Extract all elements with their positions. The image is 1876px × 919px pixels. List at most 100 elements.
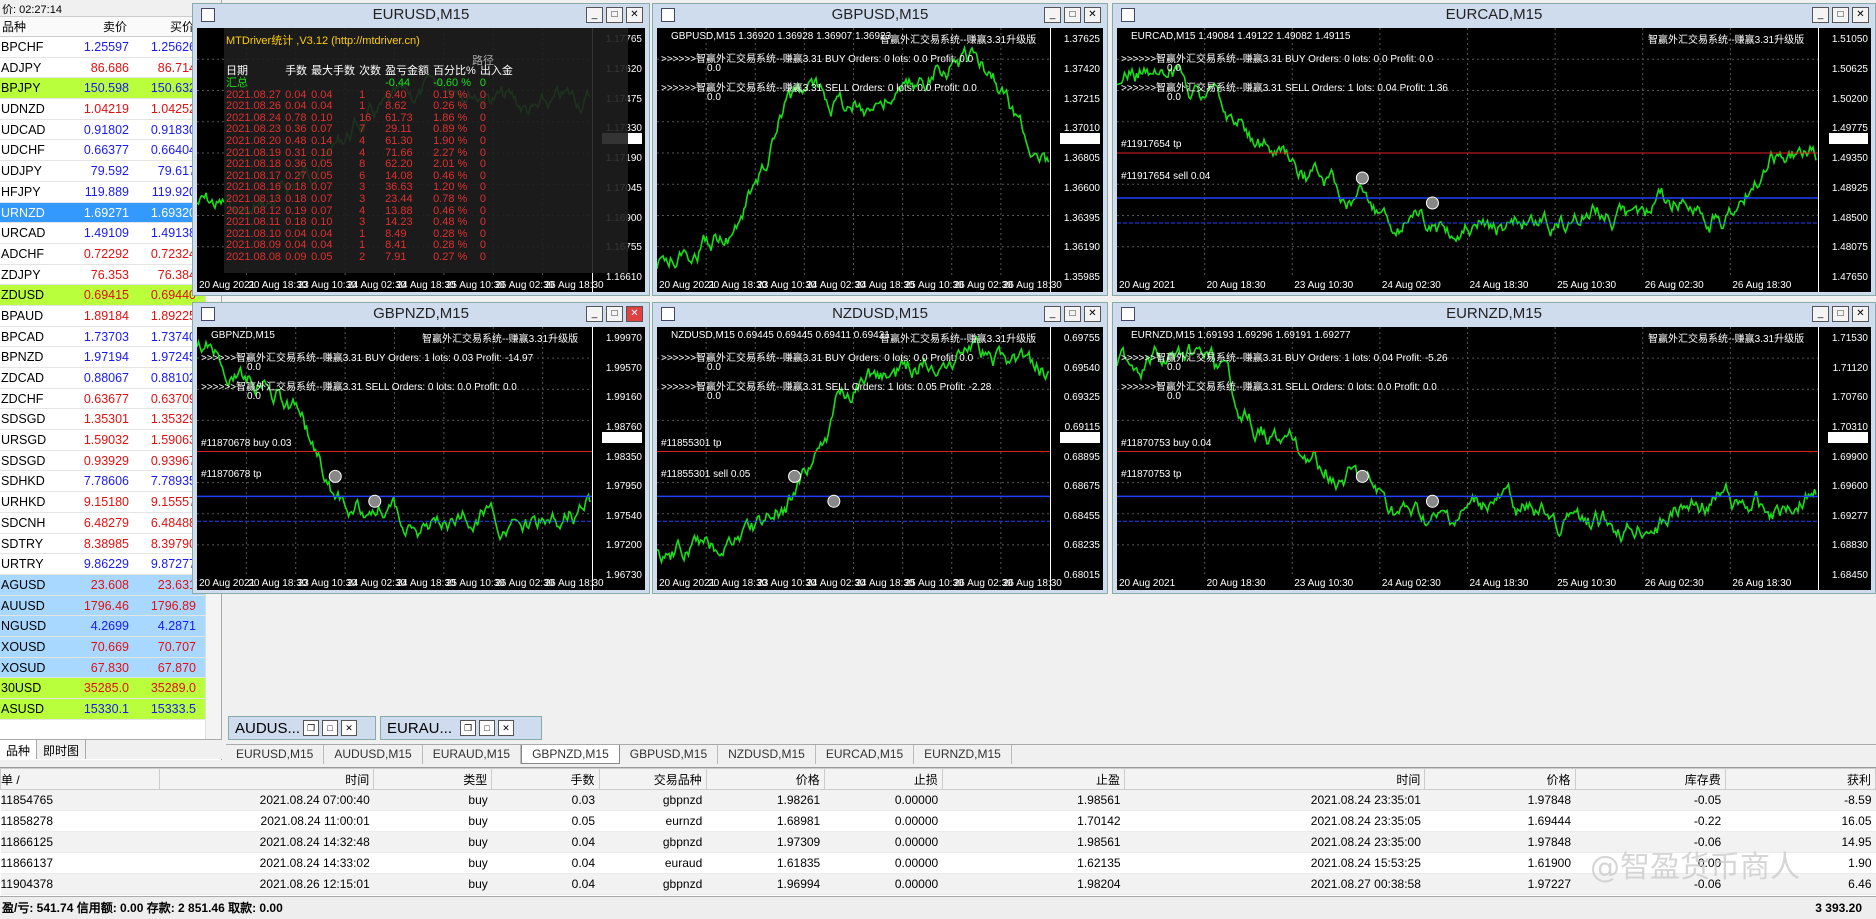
chart-tab[interactable]: AUDUSD,M15 (324, 745, 423, 764)
window-titlebar[interactable]: EURUSD,M15 _ □ ✕ (193, 4, 649, 26)
chart-window-eurcad[interactable]: EURCAD,M15 _ □ ✕ 1.51050 1.50625 1.50200 1.49… (1112, 3, 1876, 296)
chart-window-gbpnzd[interactable]: GBPNZD,M15 _ □ ✕ 1.99970 1.99570 1.99160 1.98… (192, 302, 650, 594)
market-watch-row[interactable]: BPJPY 150.598 150.632 (0, 78, 221, 100)
market-watch-row[interactable]: SDSGD 1.35301 1.35329 (0, 409, 221, 431)
orders-col-header[interactable]: 时间 (158, 768, 375, 790)
orders-col-header[interactable]: 价格 (1424, 768, 1576, 790)
tab-symbols[interactable]: 品种 (0, 740, 38, 759)
market-watch-row[interactable]: ADJPY 86.686 86.714 (0, 58, 221, 79)
orders-col-header[interactable]: 手数 (491, 768, 600, 790)
market-watch-row[interactable]: SDHKD 7.78606 7.78935 (0, 471, 221, 493)
minimize-button[interactable]: _ (1812, 306, 1829, 322)
market-watch-row[interactable]: URHKD 9.15180 9.15557 (0, 492, 221, 513)
close-button[interactable]: ✕ (1852, 306, 1869, 322)
market-watch-row[interactable]: BPNZD 1.97194 1.97245 (0, 347, 221, 368)
market-watch-row[interactable]: SDCNH 6.48279 6.48488 (0, 513, 221, 534)
minimized-window-audusd[interactable]: AUDUS... ❐ □ ✕ (228, 716, 376, 740)
orders-col-header[interactable]: 价格 (705, 768, 825, 790)
order-row[interactable]: 11854765 2021.08.24 07:00:40 buy 0.03 gbpnzd… (0, 789, 1876, 811)
orders-col-header[interactable]: 止盈 (941, 768, 1126, 790)
price-chart[interactable]: 1.51050 1.50625 1.50200 1.49775 1.49350 1.489… (1117, 28, 1871, 292)
market-watch-row[interactable]: 30USD 35285.0 35289.0 (0, 678, 221, 699)
minimize-button[interactable]: _ (1812, 7, 1829, 23)
minimize-button[interactable]: _ (1044, 306, 1061, 322)
order-row[interactable]: 11858278 2021.08.24 11:00:01 buy 0.05 eurnzd… (0, 810, 1876, 832)
restore-button[interactable]: ❐ (460, 720, 477, 736)
orders-col-header[interactable]: 获利 (1724, 768, 1876, 790)
market-watch-row[interactable]: BPAUD 1.89184 1.89225 (0, 306, 221, 327)
close-button[interactable]: ✕ (626, 7, 643, 23)
minimize-button[interactable]: _ (586, 7, 603, 23)
market-watch-row[interactable]: SDSGD 0.93929 0.93967 (0, 451, 221, 472)
market-watch-row[interactable]: ZDUSD 0.69415 0.69440 (0, 285, 221, 306)
tab-tick-chart[interactable]: 即时图 (37, 740, 87, 759)
market-watch-row[interactable]: ADCHF 0.72292 0.72324 (0, 244, 221, 265)
price-chart[interactable]: 1.177651.176201.174751.173301.171901.170… (197, 28, 645, 292)
col-bid[interactable]: 卖价 (66, 17, 133, 36)
market-watch-row[interactable]: NGUSD 4.2699 4.2871 (0, 616, 221, 637)
orders-col-header[interactable]: 类型 (373, 768, 493, 790)
orders-col-header[interactable]: 交易品种 (598, 768, 707, 790)
col-symbol[interactable]: 品种 (0, 17, 66, 36)
close-button[interactable]: ✕ (341, 720, 358, 736)
chart-window-eurnzd[interactable]: EURNZD,M15 _ □ ✕ 1.71530 1.71120 1.70760 1.70… (1112, 302, 1876, 594)
minimize-button[interactable]: _ (1044, 7, 1061, 23)
maximize-button[interactable]: □ (606, 306, 623, 322)
orders-col-header[interactable]: 止损 (823, 768, 943, 790)
market-watch-row[interactable]: XOUSD 70.669 70.707 (0, 636, 221, 658)
close-button[interactable]: ✕ (1852, 7, 1869, 23)
market-watch-row[interactable]: ZDJPY 76.353 76.384 (0, 265, 221, 286)
market-watch-row[interactable]: URNZD 1.69271 1.69320 (0, 202, 221, 224)
maximize-button[interactable]: □ (479, 720, 496, 736)
chart-window-gbpusd[interactable]: GBPUSD,M15 _ □ ✕ 1.37625 1.37420 1.37215 1.37… (652, 3, 1108, 296)
market-watch-row[interactable]: ZDCHF 0.63677 0.63709 (0, 389, 221, 410)
market-watch-row[interactable]: SDTRY 8.38985 8.39790 (0, 534, 221, 555)
minimized-window-euraud[interactable]: EURAU... ❐ □ ✕ (380, 716, 542, 740)
chart-tab[interactable]: GBPNZD,M15 (521, 745, 620, 764)
chart-tab[interactable]: NZDUSD,M15 (718, 745, 816, 764)
price-chart[interactable]: 0.69755 0.69540 0.69325 0.69115 0.68895 0.686… (657, 327, 1103, 590)
window-titlebar[interactable]: GBPNZD,M15 _ □ ✕ (193, 303, 649, 325)
chart-tab[interactable]: GBPUSD,M15 (620, 745, 719, 764)
col-ask[interactable]: 买价 (133, 17, 200, 36)
market-watch-row[interactable]: AUUSD 1796.46 1796.89 (0, 595, 221, 617)
market-watch-row[interactable]: HFJPY 119.889 119.920 (0, 182, 221, 203)
close-button[interactable]: ✕ (498, 720, 515, 736)
close-button[interactable]: ✕ (1084, 306, 1101, 322)
window-titlebar[interactable]: EURCAD,M15 _ □ ✕ (1113, 4, 1875, 26)
chart-tab[interactable]: EURCAD,M15 (816, 745, 915, 764)
market-watch-row[interactable]: ASUSD 15330.1 15333.5 (0, 699, 221, 720)
chart-tab[interactable]: EURNZD,M15 (914, 745, 1012, 764)
price-chart[interactable]: 1.99970 1.99570 1.99160 1.98760 1.98350 1.979… (197, 327, 645, 590)
orders-col-header[interactable]: 时间 (1124, 768, 1426, 790)
maximize-button[interactable]: □ (606, 7, 623, 23)
price-chart[interactable]: 1.37625 1.37420 1.37215 1.37010 1.36805 1.366… (657, 28, 1103, 292)
market-watch-row[interactable]: UDJPY 79.592 79.617 (0, 161, 221, 182)
market-watch-row[interactable]: BPCHF 1.25597 1.25626 (0, 37, 221, 58)
chart-window-nzdusd[interactable]: NZDUSD,M15 _ □ ✕ 0.69755 0.69540 0.69325 0.69… (652, 302, 1108, 594)
market-watch-row[interactable]: XOSUD 67.830 67.870 (0, 657, 221, 679)
market-watch-row[interactable]: ZDCAD 0.88067 0.88102 (0, 368, 221, 389)
market-watch-row[interactable]: URCAD 1.49109 1.49138 (0, 223, 221, 244)
market-watch-row[interactable]: URSGD 1.59032 1.59063 (0, 430, 221, 451)
market-watch-row[interactable]: UDCAD 0.91802 0.91830 (0, 120, 221, 141)
window-titlebar[interactable]: GBPUSD,M15 _ □ ✕ (653, 4, 1107, 26)
market-watch-row[interactable]: UDCHF 0.66377 0.66404 (0, 140, 221, 162)
market-watch-row[interactable]: BPCAD 1.73703 1.73740 (0, 327, 221, 348)
chart-tab[interactable]: EURUSD,M15 (226, 745, 325, 764)
chart-tab[interactable]: EURAUD,M15 (423, 745, 522, 764)
close-button[interactable]: ✕ (1084, 7, 1101, 23)
maximize-button[interactable]: □ (1832, 7, 1849, 23)
maximize-button[interactable]: □ (1064, 7, 1081, 23)
close-button[interactable]: ✕ (626, 306, 643, 322)
chart-window-eurusd[interactable]: EURUSD,M15 _□✕ 1.177651.176201.174751.17… (192, 3, 650, 296)
market-watch-row[interactable]: URTRY 9.86229 9.87277 (0, 554, 221, 575)
window-titlebar[interactable]: EURNZD,M15 _ □ ✕ (1113, 303, 1875, 325)
orders-col-header[interactable]: 库存费 (1574, 768, 1726, 790)
restore-button[interactable]: ❐ (303, 720, 320, 736)
minimize-button[interactable]: _ (586, 306, 603, 322)
market-watch-row[interactable]: AGUSD 23.608 23.631 (0, 574, 221, 596)
maximize-button[interactable]: □ (322, 720, 339, 736)
market-watch-row[interactable]: UDNZD 1.04219 1.04252 (0, 99, 221, 120)
window-titlebar[interactable]: NZDUSD,M15 _ □ ✕ (653, 303, 1107, 325)
